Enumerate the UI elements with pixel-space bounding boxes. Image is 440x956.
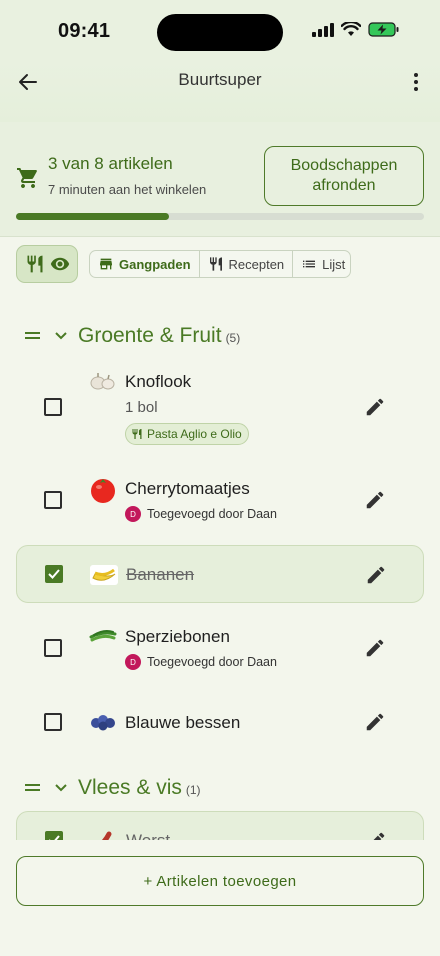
edit-pencil-icon[interactable] (364, 396, 386, 418)
list-item-sperziebonen[interactable]: Sperziebonen D Toegevoegd door Daan (16, 618, 424, 678)
item-name: Blauwe bessen (125, 713, 241, 732)
section-count: (5) (225, 331, 241, 345)
edit-pencil-icon[interactable] (365, 564, 387, 586)
list-item-knoflook[interactable]: Knoflook 1 bol Pasta Aglio e Olio (16, 364, 424, 458)
progress-bar (16, 213, 424, 220)
add-items-button[interactable]: + Artikelen toevoegen (16, 856, 424, 906)
section-count: (1) (185, 783, 201, 797)
list-item-bananen[interactable]: Bananen (16, 545, 424, 603)
eye-icon (50, 257, 69, 271)
item-quantity: 1 bol (125, 399, 158, 416)
added-by-label: Toegevoegd door Daan (147, 507, 277, 521)
item-checkbox-checked[interactable] (45, 565, 63, 583)
more-vertical-icon[interactable] (404, 70, 428, 94)
added-by: D Toegevoegd door Daan (125, 506, 277, 522)
app-bar: Buurtsuper (0, 62, 440, 122)
edit-pencil-icon[interactable] (364, 711, 386, 733)
progress-bar-fill (16, 213, 169, 220)
store-icon (100, 258, 112, 270)
avatar: D (125, 654, 141, 670)
status-time: 09:41 (58, 20, 111, 42)
tab-gangpaden[interactable]: Gangpaden (90, 251, 200, 277)
bottom-action-area: + Artikelen toevoegen (0, 840, 440, 956)
recipe-tag[interactable]: Pasta Aglio e Olio (125, 423, 249, 445)
system-icons (312, 22, 400, 37)
item-name: Bananen (126, 565, 195, 584)
chevron-down-icon[interactable] (54, 783, 68, 793)
page-title: Buurtsuper (178, 70, 262, 89)
fork-knife-icon (132, 429, 142, 439)
section-title: Vlees & vis (78, 776, 182, 799)
edit-pencil-icon[interactable] (364, 637, 386, 659)
drag-handle-icon[interactable] (24, 782, 42, 794)
finish-shopping-button[interactable]: Boodschappen afronden (264, 146, 424, 206)
list-icon (303, 260, 316, 268)
tab-lijst[interactable]: Lijst (293, 251, 350, 277)
section-header-groente-fruit[interactable]: Groente & Fruit (5) (24, 324, 240, 348)
added-by: D Toegevoegd door Daan (125, 654, 277, 670)
checkmark-icon (48, 569, 60, 579)
tab-label: Gangpaden (119, 256, 191, 272)
shopping-cart-icon (17, 168, 37, 188)
drag-handle-icon[interactable] (24, 330, 42, 342)
cellular-signal-icon (312, 22, 334, 37)
banana-icon (89, 563, 119, 587)
blueberries-icon (88, 710, 118, 734)
tomato-icon (88, 474, 118, 504)
status-bar: 09:41 (0, 0, 440, 62)
chevron-down-icon[interactable] (54, 331, 68, 341)
tab-label: Recepten (228, 256, 285, 272)
item-checkbox[interactable] (44, 398, 62, 416)
avatar: D (125, 506, 141, 522)
fork-knife-icon (209, 257, 222, 271)
added-by-label: Toegevoegd door Daan (147, 655, 277, 669)
fork-knife-icon (27, 255, 42, 273)
item-checkbox[interactable] (44, 639, 62, 657)
tab-label: Lijst (322, 256, 346, 272)
section-header-vlees-vis[interactable]: Vlees & vis (1) (24, 776, 201, 800)
shopping-progress-card: 3 van 8 artikelen 7 minuten aan het wink… (0, 122, 440, 237)
items-progress-count: 3 van 8 artikelen (48, 154, 173, 173)
dynamic-island (157, 14, 283, 51)
list-item-cherrytomaatjes[interactable]: Cherrytomaatjes D Toegevoegd door Daan (16, 470, 424, 530)
item-checkbox[interactable] (44, 713, 62, 731)
item-checkbox[interactable] (44, 491, 62, 509)
garlic-icon (88, 370, 118, 394)
view-segmented-control: Gangpaden Recepten Lijst (89, 250, 351, 278)
green-beans-icon (88, 624, 118, 648)
edit-pencil-icon[interactable] (364, 489, 386, 511)
section-title: Groente & Fruit (78, 324, 222, 347)
tab-recepten[interactable]: Recepten (200, 251, 294, 277)
item-name: Sperziebonen (125, 627, 230, 646)
wifi-icon (341, 22, 361, 36)
battery-charging-icon (368, 22, 399, 37)
shopping-time: 7 minuten aan het winkelen (48, 182, 207, 197)
list-item-blauwe-bessen[interactable]: Blauwe bessen (16, 700, 424, 746)
item-name: Knoflook (125, 372, 192, 391)
recipe-visibility-toggle[interactable] (16, 245, 78, 283)
recipe-tag-label: Pasta Aglio e Olio (147, 427, 242, 441)
item-name: Cherrytomaatjes (125, 479, 250, 498)
